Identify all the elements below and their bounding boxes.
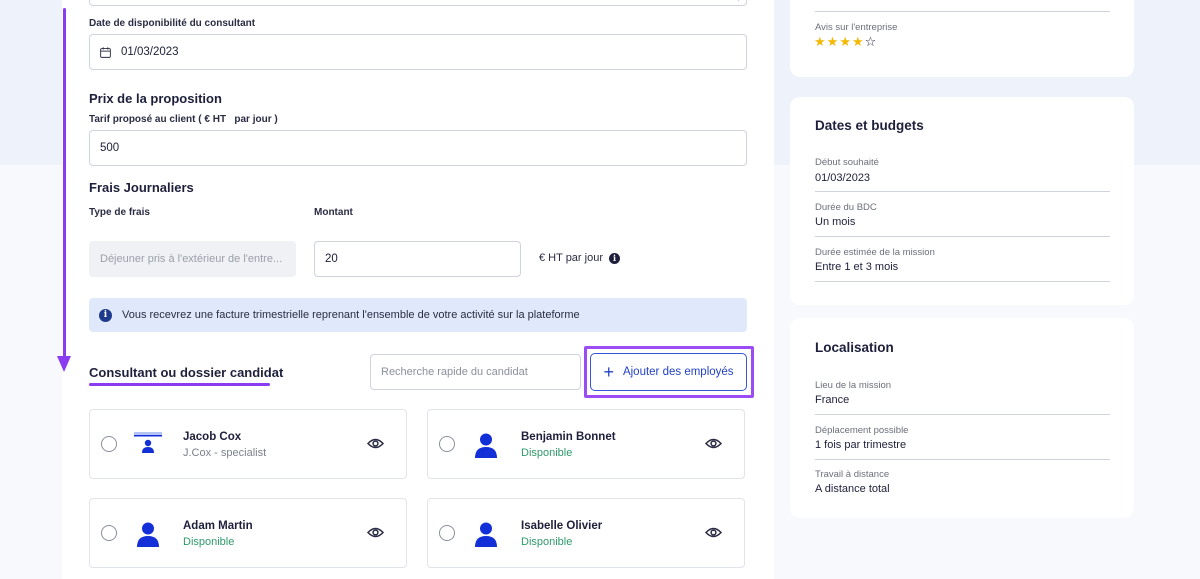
divider [815, 11, 1110, 12]
info-circle-icon: i [99, 308, 112, 322]
invoice-info-text: Vous recevrez une facture trimestrielle … [122, 309, 580, 321]
divider [815, 191, 1110, 192]
divider [815, 459, 1110, 460]
consultant-title-underline [89, 383, 270, 386]
eye-icon[interactable] [705, 526, 722, 539]
star-filled-icon: ★ [826, 35, 840, 50]
availability-date-value: 01/03/2023 [121, 46, 179, 58]
fee-type-value: Déjeuner pris à l'extérieur de l'entre..… [100, 253, 283, 265]
eye-icon[interactable] [705, 437, 722, 450]
eye-icon[interactable] [367, 526, 384, 539]
add-employees-label: Ajouter des employés [622, 366, 734, 378]
candidate-radio[interactable] [101, 436, 117, 452]
duration-label: Durée du BDC [815, 202, 877, 213]
person-avatar-icon [137, 522, 159, 547]
price-section-title: Prix de la proposition [89, 91, 222, 106]
star-filled-icon: ★ [839, 35, 852, 50]
candidate-status: J.Cox - specialist [183, 447, 267, 459]
candidate-name: Benjamin Bonnet [521, 431, 616, 443]
plus-icon: + [603, 362, 614, 382]
price-label: Tarif proposé au client ( € HT par jour … [89, 114, 278, 125]
mission-place-value: France [815, 394, 850, 406]
estimated-duration-value: Entre 1 et 3 mois [815, 261, 899, 273]
candidate-status: Disponible [183, 536, 235, 548]
candidate-radio[interactable] [439, 436, 455, 452]
candidate-card[interactable]: Isabelle Olivier Disponible [427, 498, 745, 568]
fees-section-title: Frais Journaliers [89, 180, 194, 195]
candidate-status: Disponible [521, 447, 573, 459]
progress-arrow-head-icon [57, 356, 71, 372]
candidate-card[interactable]: Benjamin Bonnet Disponible [427, 409, 745, 479]
candidate-card[interactable]: Jacob Cox J.Cox - specialist [89, 409, 407, 479]
main-form-panel [62, 0, 774, 579]
price-value: 500 [100, 142, 120, 154]
person-avatar-icon [475, 433, 497, 458]
amount-label: Montant [314, 207, 353, 218]
candidate-search-placeholder: Recherche rapide du candidat [381, 366, 528, 378]
add-employees-button[interactable]: + Ajouter des employés [590, 353, 747, 391]
start-label: Début souhaité [815, 157, 879, 168]
calendar-icon [100, 46, 111, 58]
rating-label: Avis sur l'entreprise [815, 22, 898, 33]
candidate-photo-icon [134, 432, 162, 453]
info-icon[interactable]: i [609, 252, 620, 264]
candidate-radio[interactable] [101, 525, 117, 541]
availability-label: Date de disponibilité du consultant [89, 18, 256, 29]
candidate-card[interactable]: Adam Martin Disponible [89, 498, 407, 568]
fee-type-select: Déjeuner pris à l'extérieur de l'entre..… [89, 241, 296, 277]
amount-unit-label: € HT par jour [539, 252, 603, 264]
progress-arrow-line [63, 8, 66, 360]
star-empty-icon: ☆ [864, 35, 878, 50]
rating-stars: ★★★★☆ [814, 34, 877, 50]
amount-unit: € HT par jour i [539, 252, 620, 264]
candidate-name: Adam Martin [183, 520, 253, 532]
divider [815, 281, 1110, 282]
location-title: Localisation [815, 340, 894, 355]
duration-value: Un mois [815, 216, 856, 228]
travel-value: 1 fois par trimestre [815, 439, 907, 451]
candidate-name: Jacob Cox [183, 431, 242, 443]
person-avatar-icon [475, 522, 497, 547]
divider [815, 236, 1110, 237]
start-value: 01/03/2023 [815, 172, 871, 184]
description-textarea[interactable]: ⟋ [89, 0, 747, 6]
candidate-name: Isabelle Olivier [521, 520, 603, 532]
star-filled-icon: ★ [814, 35, 827, 50]
remote-value: A distance total [815, 483, 890, 495]
mission-place-label: Lieu de la mission [815, 380, 892, 391]
estimated-duration-label: Durée estimée de la mission [815, 247, 935, 258]
resize-grip-icon[interactable]: ⟋ [738, 0, 744, 4]
availability-date-input[interactable]: 01/03/2023 [89, 34, 747, 70]
remote-label: Travail à distance [815, 469, 890, 480]
dates-budgets-title: Dates et budgets [815, 118, 924, 133]
candidate-radio[interactable] [439, 525, 455, 541]
price-input[interactable]: 500 [89, 130, 747, 166]
candidate-search-input[interactable]: Recherche rapide du candidat [370, 354, 581, 390]
amount-input[interactable]: 20 [314, 241, 521, 277]
amount-value: 20 [325, 253, 338, 265]
divider [815, 414, 1110, 415]
invoice-info-banner: i Vous recevrez une facture trimestriell… [89, 298, 747, 332]
consultant-section-title: Consultant ou dossier candidat [89, 365, 284, 380]
fee-type-label: Type de frais [89, 207, 150, 218]
eye-icon[interactable] [367, 437, 384, 450]
candidate-status: Disponible [521, 536, 573, 548]
star-filled-icon: ★ [851, 35, 865, 50]
travel-label: Déplacement possible [815, 425, 909, 436]
